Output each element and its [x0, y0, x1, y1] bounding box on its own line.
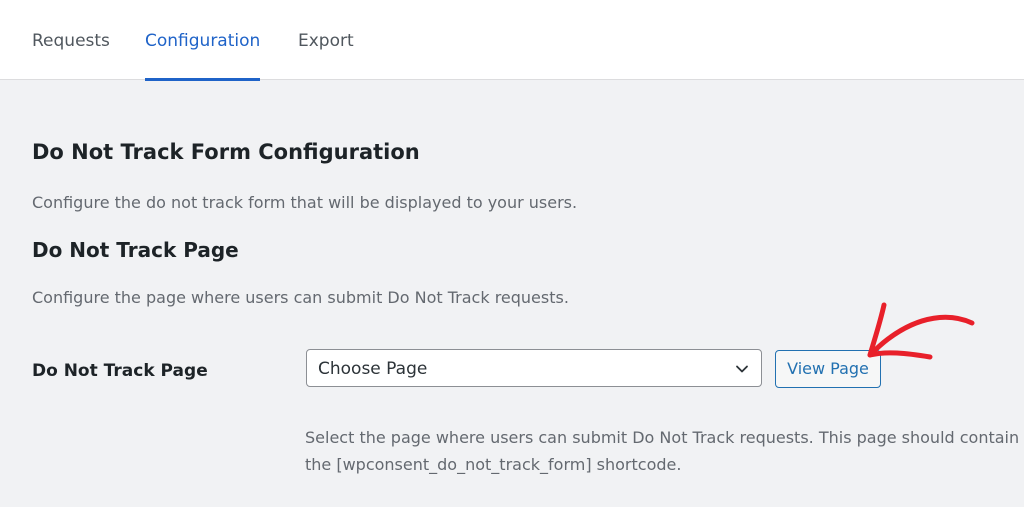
tab-configuration[interactable]: Configuration [145, 0, 261, 81]
tab-bar: Requests Configuration Export [0, 0, 1024, 81]
page-section-description: Configure the page where users can submi… [32, 288, 569, 307]
page-select-value: Choose Page [318, 359, 428, 379]
section-description: Configure the do not track form that wil… [32, 193, 578, 212]
chevron-down-icon [736, 365, 748, 373]
page-select[interactable]: Choose Page [306, 349, 762, 387]
hand-drawn-arrow-icon [867, 302, 975, 360]
tab-requests[interactable]: Requests [32, 0, 110, 80]
do-not-track-page-label: Do Not Track Page [32, 361, 208, 381]
section-title: Do Not Track Form Configuration [32, 140, 420, 164]
tab-export[interactable]: Export [298, 0, 354, 80]
page-section-title: Do Not Track Page [32, 238, 239, 262]
field-help-text: Select the page where users can submit D… [305, 428, 1020, 474]
